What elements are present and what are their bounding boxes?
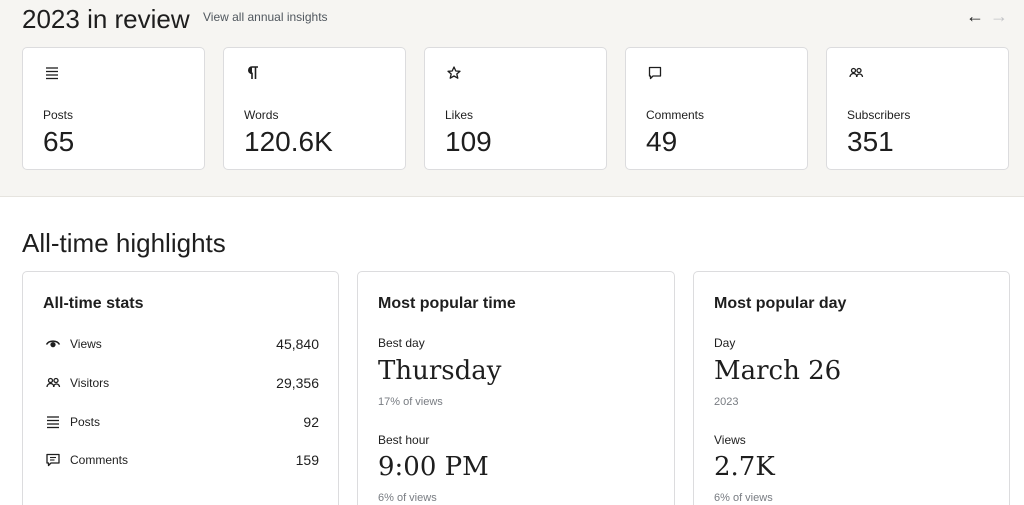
annual-review-section: 2023 in review View all annual insights … [0,0,1024,197]
row-value: 159 [295,452,319,468]
day-year: 2023 [714,396,739,408]
stats-row-visitors: Visitors 29,356 [43,373,319,393]
views-share: 6% of views [714,492,773,504]
view-annual-insights-link[interactable]: View all annual insights [203,10,328,24]
card-title: Most popular time [378,295,516,312]
comment-icon [646,64,664,82]
stats-row-posts: Posts 92 [43,412,319,432]
best-hour-label: Best hour [378,433,430,447]
people-icon [847,64,865,82]
star-icon [445,64,463,82]
row-value: 45,840 [276,336,319,352]
card-title: All-time stats [43,295,144,312]
best-day-share: 17% of views [378,396,443,408]
stat-label: Words [244,108,279,122]
likes-card: Likes 109 [424,47,607,170]
pilcrow-icon [244,64,262,82]
stat-value: 120.6K [244,126,333,157]
comments-card: Comments 49 [625,47,808,170]
row-value: 29,356 [276,375,319,391]
subscribers-card: Subscribers 351 [826,47,1009,170]
comment-icon [45,452,61,468]
views-label: Views [714,433,746,447]
stat-label: Posts [43,108,74,122]
day-value: March 26 [714,356,842,386]
review-title: 2023 in review [22,4,190,34]
stat-label: Likes [445,108,474,122]
posts-icon [45,414,61,430]
eye-icon [45,336,61,352]
stat-value: 351 [847,126,894,157]
row-label: Views [70,337,102,351]
stat-label: Comments [646,108,705,122]
row-label: Visitors [70,376,110,390]
most-popular-day-card: Most popular day Day March 26 2023 Views… [693,271,1010,505]
words-card: Words 120.6K [223,47,406,170]
row-label: Comments [70,453,129,467]
most-popular-time-card: Most popular time Best day Thursday 17% … [357,271,675,505]
best-hour-share: 6% of views [378,492,437,504]
next-arrow-icon[interactable]: → [990,6,1008,26]
posts-card: Posts 65 [22,47,205,170]
all-time-stats-card: All-time stats Views 45,840 Visitors 29,… [22,271,339,505]
people-icon [45,375,61,391]
best-day-label: Best day [378,336,425,350]
best-hour-value: 9:00 PM [378,452,489,482]
row-label: Posts [70,415,101,429]
views-value: 2.7K [714,452,775,482]
posts-icon [43,64,61,82]
stat-value: 109 [445,126,492,157]
stats-row-views: Views 45,840 [43,334,319,354]
stat-label: Subscribers [847,108,911,122]
highlights-title: All-time highlights [22,228,226,258]
stats-row-comments: Comments 159 [43,450,319,470]
stat-value: 49 [646,126,678,157]
row-value: 92 [303,414,319,430]
stat-value: 65 [43,126,75,157]
card-title: Most popular day [714,295,847,312]
best-day-value: Thursday [378,356,502,386]
day-label: Day [714,336,736,350]
previous-arrow-icon[interactable]: ← [966,6,984,26]
